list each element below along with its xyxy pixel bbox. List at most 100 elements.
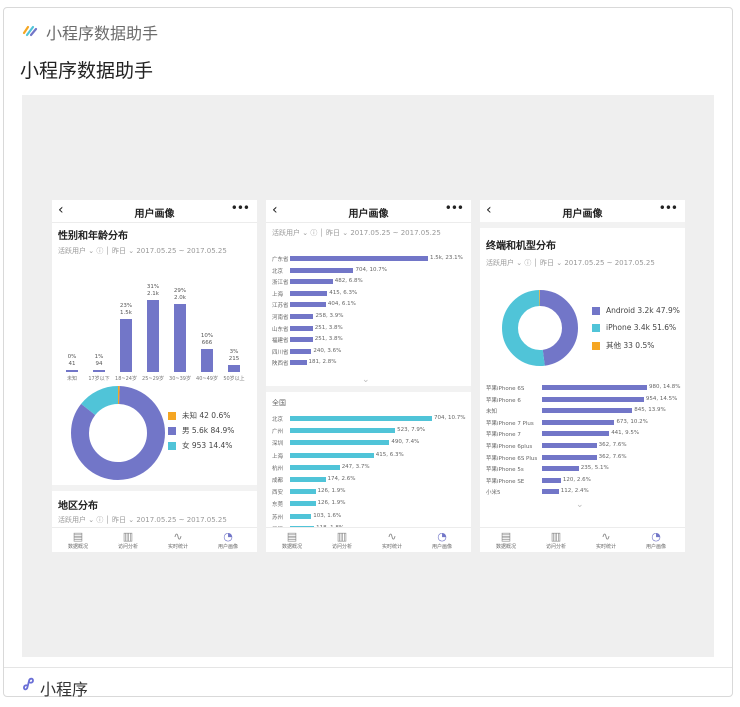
- filter-day[interactable]: 昨日: [326, 229, 340, 237]
- tab-item[interactable]: ▤ 数据概况: [58, 530, 98, 550]
- bar: [290, 302, 326, 308]
- tab-item[interactable]: ◔ 用户画像: [208, 530, 248, 550]
- section-divider: [480, 222, 685, 228]
- info-icon[interactable]: ⓘ: [524, 259, 531, 267]
- bar: [290, 452, 374, 458]
- bar: [290, 267, 354, 273]
- tab-item[interactable]: ▥ 访问分析: [536, 530, 576, 550]
- age-bar: [228, 364, 240, 372]
- bar-value: 251, 3.8%: [314, 336, 343, 343]
- tab-item[interactable]: ▤ 数据概况: [486, 530, 526, 550]
- bar: [290, 440, 390, 446]
- legend-swatch: [168, 426, 176, 435]
- nation-title: 全国: [272, 399, 286, 407]
- bar: [290, 489, 316, 495]
- bar: [290, 290, 328, 296]
- age-bar-value: 666: [201, 339, 213, 346]
- region-filter-row[interactable]: 活跃用户 ⌄ ⓘ │ 昨日 ⌄ 2017.05.25 ~ 2017.05.25: [58, 515, 227, 525]
- filter-day[interactable]: 昨日: [112, 516, 126, 524]
- tab-bar: ▤ 数据概况 ▥ 访问分析 ∿ 实时统计 ◔ 用户画像: [52, 527, 257, 552]
- legend-label: 其他 33 0.5%: [606, 341, 655, 350]
- tab-item[interactable]: ◔ 用户画像: [422, 530, 462, 550]
- legend-label: 男 5.6k 84.9%: [182, 426, 235, 435]
- bar-value: 980, 14.8%: [649, 384, 681, 390]
- nav-bar: ‹ 用户画像 •••: [52, 200, 257, 223]
- filter-user[interactable]: 活跃用户: [58, 247, 86, 255]
- bar: [542, 443, 597, 448]
- card-footer: 小程序: [4, 667, 732, 699]
- tab-item[interactable]: ∿ 实时统计: [158, 530, 198, 550]
- bar-label: 上海: [272, 453, 284, 460]
- tab-label: 数据概况: [495, 544, 516, 550]
- filter-user[interactable]: 活跃用户: [58, 516, 86, 524]
- bar-label: 上海: [272, 291, 284, 298]
- tab-icon: ◔: [437, 530, 447, 543]
- expand-chevron-icon[interactable]: ⌄: [576, 500, 584, 510]
- bar-value: 126, 1.9%: [317, 500, 346, 507]
- data-assistant-logo-icon: [22, 23, 38, 42]
- section-title: 性别和年龄分布: [58, 231, 128, 242]
- tab-item[interactable]: ▥ 访问分析: [108, 530, 148, 550]
- tab-icon: ▤: [72, 530, 84, 543]
- bar-label: 北京: [272, 268, 284, 275]
- tab-label: 实时统计: [381, 544, 402, 550]
- info-icon[interactable]: ⓘ: [96, 516, 103, 524]
- tab-label: 用户画像: [217, 544, 238, 550]
- tab-item[interactable]: ∿ 实时统计: [586, 530, 626, 550]
- legend-swatch: [592, 323, 600, 332]
- tab-icon: ◔: [651, 530, 661, 543]
- preview-image[interactable]: ‹ 用户画像 ••• 性别和年龄分布 活跃用户 ⌄ ⓘ │ 昨日 ⌄ 2017.…: [22, 95, 714, 657]
- bar-value: 362, 7.6%: [598, 442, 627, 448]
- bar: [290, 337, 313, 343]
- bar-value: 404, 6.1%: [327, 301, 356, 308]
- filter-row[interactable]: 活跃用户 ⌄ ⓘ │ 昨日 ⌄ 2017.05.25 ~ 2017.05.25: [58, 246, 227, 256]
- filter-user[interactable]: 活跃用户: [272, 229, 300, 237]
- tab-icon: ∿: [173, 530, 183, 543]
- bar-value: 251, 3.8%: [314, 324, 343, 331]
- card-title: 小程序数据助手: [20, 60, 154, 82]
- filter-day[interactable]: 昨日: [540, 259, 554, 267]
- age-bar-pct: 23%: [119, 302, 133, 309]
- bar: [542, 431, 610, 437]
- tab-item[interactable]: ▤ 数据概况: [272, 530, 312, 550]
- filter-day[interactable]: 昨日: [112, 247, 126, 255]
- info-icon[interactable]: ⓘ: [310, 229, 317, 237]
- more-icon[interactable]: •••: [231, 201, 250, 215]
- bar-label: 杭州: [272, 465, 284, 472]
- filter-row[interactable]: 活跃用户 ⌄ ⓘ │ 昨日 ⌄ 2017.05.25 ~ 2017.05.25: [486, 258, 655, 268]
- expand-chevron-icon[interactable]: ⌄: [362, 375, 370, 385]
- bar-label: 苏州: [272, 514, 284, 521]
- age-bar-pct: 0%: [67, 354, 77, 360]
- bar-value: 235, 5.1%: [580, 465, 609, 472]
- bar-label: 河南省: [272, 315, 289, 321]
- tab-item[interactable]: ▥ 访问分析: [322, 530, 362, 550]
- bar-value: 704, 10.7%: [355, 266, 387, 273]
- tab-item[interactable]: ∿ 实时统计: [372, 530, 412, 550]
- tab-label: 用户画像: [645, 544, 666, 550]
- more-icon[interactable]: •••: [445, 201, 464, 215]
- bar-label: 山东省: [272, 326, 289, 333]
- age-bar-value: 2.1k: [147, 291, 159, 297]
- more-icon[interactable]: •••: [659, 201, 678, 215]
- bar-label: 广州: [272, 429, 284, 436]
- legend-item: Android 3.2k 47.9%: [592, 306, 680, 315]
- bar-value: 523, 7.9%: [397, 427, 426, 434]
- date-range: 2017.05.25 ~ 2017.05.25: [564, 259, 655, 267]
- legend-label: 未知 42 0.6%: [182, 411, 231, 420]
- bar: [542, 419, 615, 425]
- filter-row[interactable]: 活跃用户 ⌄ ⓘ │ 昨日 ⌄ 2017.05.25 ~ 2017.05.25: [272, 228, 441, 238]
- tab-label: 数据概况: [281, 544, 302, 550]
- tab-icon: ▤: [286, 530, 298, 543]
- bar: [542, 489, 559, 495]
- filter-user[interactable]: 活跃用户: [486, 259, 514, 267]
- bar: [542, 477, 561, 483]
- section-divider: [52, 485, 257, 491]
- tab-item[interactable]: ◔ 用户画像: [636, 530, 676, 550]
- tab-label: 访问分析: [545, 544, 566, 550]
- bar-value: 258, 3.9%: [315, 313, 344, 319]
- info-icon[interactable]: ⓘ: [96, 247, 103, 255]
- tab-label: 实时统计: [167, 544, 188, 550]
- message-card[interactable]: 小程序数据助手 小程序数据助手 ‹ 用户画像 ••• 性别和年龄分布 活跃用户 …: [3, 7, 733, 699]
- nav-title: 用户画像: [134, 209, 175, 220]
- bar-value: 441, 9.5%: [611, 430, 640, 437]
